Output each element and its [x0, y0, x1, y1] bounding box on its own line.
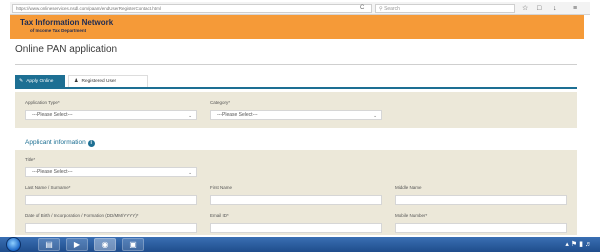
title-divider	[15, 64, 577, 65]
start-button[interactable]	[6, 237, 21, 252]
mobile-input[interactable]	[395, 223, 567, 233]
category-label: Category*	[210, 100, 231, 105]
application-type-select[interactable]: ---Please Select--- ⌄	[25, 110, 197, 120]
menu-icon[interactable]: ≡	[573, 3, 577, 14]
first-name-input[interactable]	[210, 195, 382, 205]
info-icon[interactable]: i	[87, 140, 95, 147]
last-name-label: Last Name / Surname*	[25, 185, 71, 190]
applicant-info-panel: Title* ---Please Select--- ⌄ Last Name /…	[15, 150, 577, 235]
taskbar-folder-button[interactable]: ▤	[38, 238, 60, 251]
search-icon: ⚲	[379, 6, 383, 12]
chevron-down-icon: ⌄	[373, 113, 377, 118]
header-subtitle: of Income Tax Department	[30, 28, 87, 33]
download-icon[interactable]: ↓	[553, 3, 557, 14]
tab-registered-user[interactable]: ♟ Registered User	[68, 75, 148, 87]
taskbar-browser-button[interactable]: ◉	[94, 238, 116, 251]
title-value: ---Please Select---	[32, 169, 73, 175]
search-placeholder: Search	[384, 6, 400, 12]
title-label: Title*	[25, 157, 36, 162]
reload-icon[interactable]: C	[360, 4, 364, 13]
star-icon[interactable]: ☆	[522, 3, 528, 14]
play-icon: ▶	[73, 240, 81, 249]
tab-apply-online[interactable]: ✎ Apply Online	[15, 75, 65, 87]
screenshot-frame: https://www.onlineservices.nsdl.com/paam…	[0, 0, 600, 252]
user-icon: ♟	[74, 78, 79, 84]
last-name-input[interactable]	[25, 195, 197, 205]
browser-toolbar: https://www.onlineservices.nsdl.com/paam…	[10, 2, 590, 15]
application-type-value: ---Please Select---	[32, 112, 73, 118]
title-select[interactable]: ---Please Select--- ⌄	[25, 167, 197, 177]
taskbar: ▤ ▶ ◉ ▣ ▴⚑▮♬	[0, 237, 600, 252]
applicant-info-title: Applicant information	[25, 139, 86, 146]
firefox-icon: ◉	[101, 240, 109, 249]
category-select[interactable]: ---Please Select--- ⌄	[210, 110, 382, 120]
tab-registered-user-label: Registered User	[81, 79, 117, 84]
taskbar-media-button[interactable]: ▶	[66, 238, 88, 251]
header-title: Tax Information Network	[20, 18, 114, 27]
home-icon[interactable]: □	[537, 3, 541, 14]
dob-label: Date of Birth / Incorporation / Formatio…	[25, 213, 139, 218]
chevron-down-icon: ⌄	[188, 170, 192, 175]
first-name-label: First Name	[210, 185, 233, 190]
dob-input[interactable]	[25, 223, 197, 233]
folder-icon: ▤	[45, 240, 53, 249]
category-value: ---Please Select---	[217, 112, 258, 118]
application-type-panel: Application Type* ---Please Select--- ⌄ …	[15, 92, 577, 128]
system-tray: ▴⚑▮♬	[565, 240, 594, 248]
middle-name-input[interactable]	[395, 195, 567, 205]
application-type-label: Application Type*	[25, 100, 60, 105]
window-icon: ▣	[129, 240, 137, 249]
middle-name-label: Middle Name	[395, 185, 422, 190]
email-input[interactable]	[210, 223, 382, 233]
volume-icon[interactable]: ♬	[585, 241, 594, 248]
email-label: Email ID*	[210, 213, 229, 218]
page-title: Online PAN application	[15, 44, 118, 55]
edit-icon: ✎	[19, 78, 24, 84]
address-bar[interactable]: https://www.onlineservices.nsdl.com/paam…	[12, 4, 372, 13]
taskbar-app-button[interactable]: ▣	[122, 238, 144, 251]
chevron-down-icon: ⌄	[188, 113, 192, 118]
flag-icon[interactable]: ⚑	[571, 241, 579, 248]
mobile-label: Mobile Number*	[395, 213, 428, 218]
tab-underline	[15, 87, 577, 89]
site-header: Tax Information Network of Income Tax De…	[10, 15, 584, 39]
browser-search-input[interactable]: ⚲ Search	[375, 4, 515, 13]
tab-apply-online-label: Apply Online	[26, 79, 54, 84]
applicant-info-heading: Applicant information i	[25, 139, 95, 147]
